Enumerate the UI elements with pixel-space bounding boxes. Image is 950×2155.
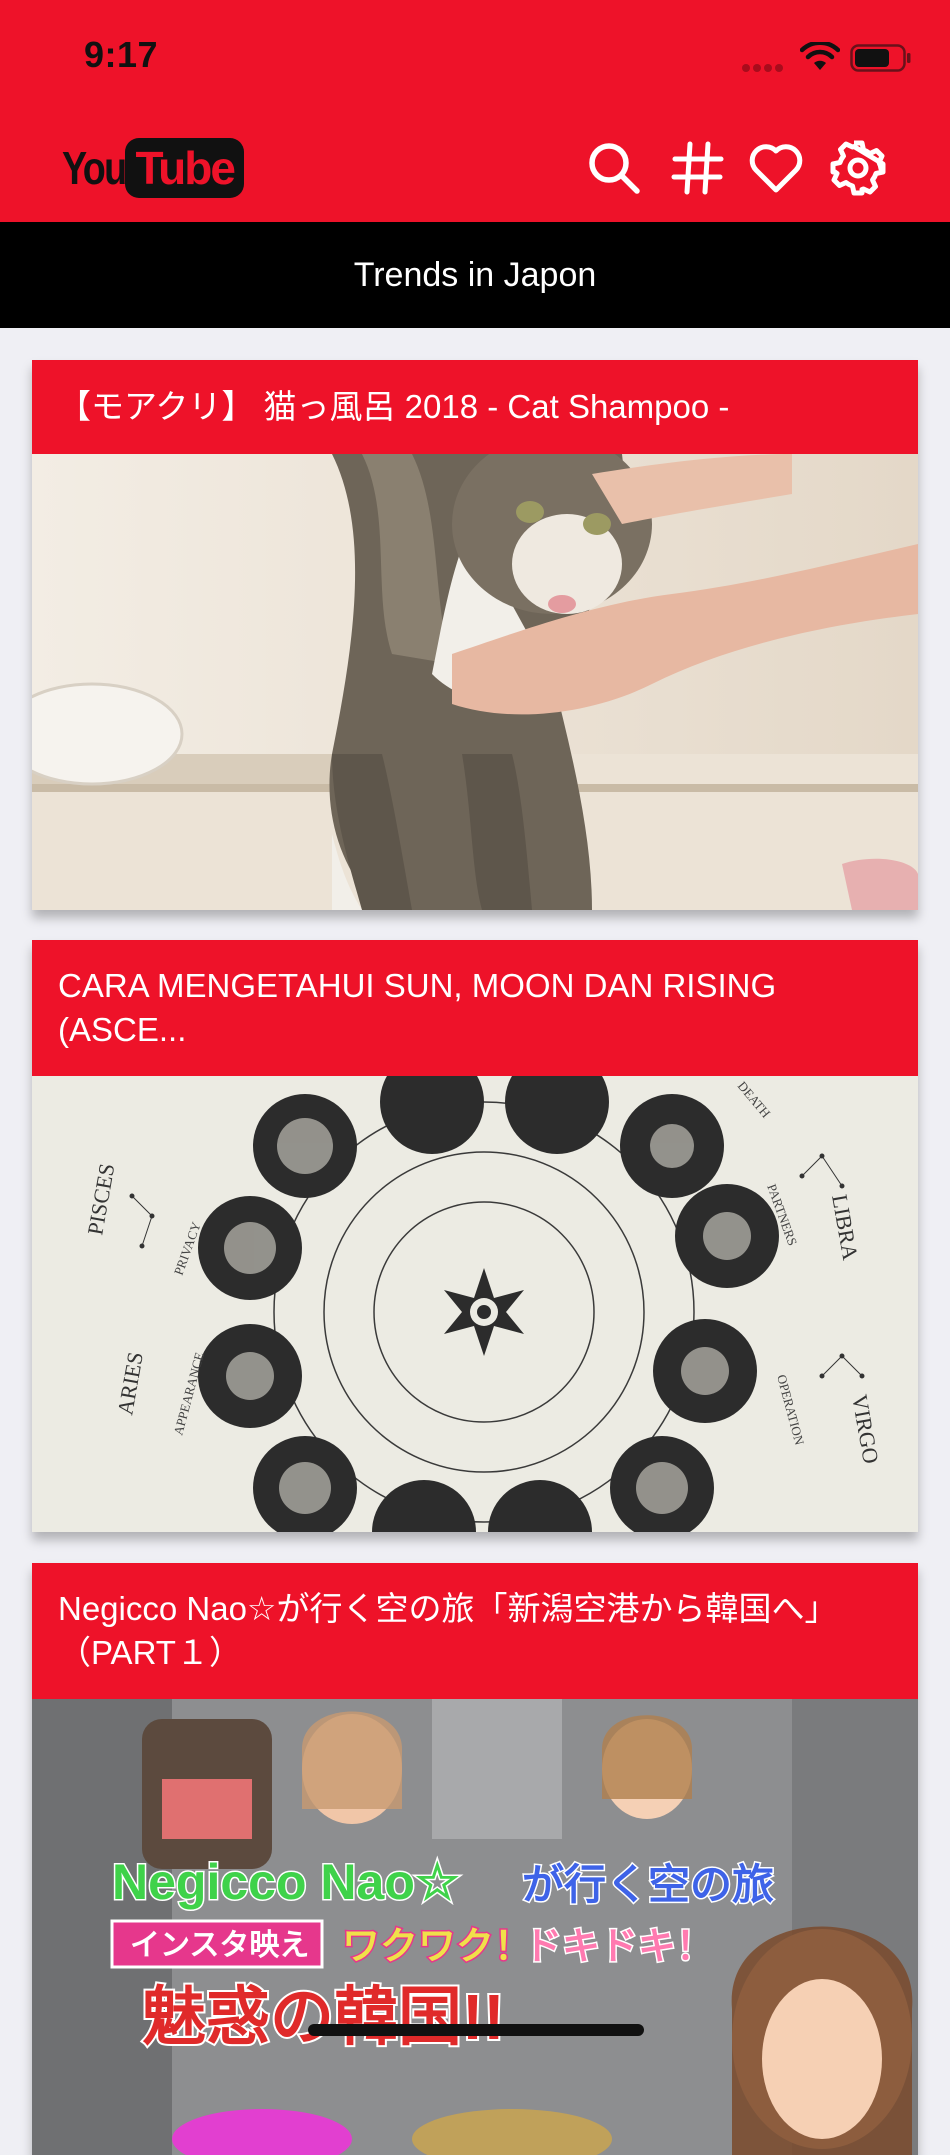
cat-bath-thumbnail <box>32 454 918 910</box>
logo-text-you: You <box>62 142 127 194</box>
thumb-text-tag1: インスタ映え <box>130 1929 309 1962</box>
video-title: 【モアクリ】 猫っ風呂 2018 - Cat Shampoo - <box>32 360 918 454</box>
thumb-text-line3: 魅惑の韓国!! <box>142 1981 505 2053</box>
search-icon[interactable] <box>586 140 642 196</box>
battery-icon <box>850 44 911 72</box>
hashtag-icon[interactable] <box>670 140 726 196</box>
heart-icon[interactable] <box>748 140 804 196</box>
video-card[interactable]: Negicco Nao☆が行く空の旅「新潟空港から韓国へ」（PART１） Neg… <box>32 1563 918 2155</box>
video-title: Negicco Nao☆が行く空の旅「新潟空港から韓国へ」（PART１） <box>32 1563 918 1699</box>
video-thumbnail[interactable]: PISCES ARIES LIBRA VIRGO PRIVACY APPEARA… <box>32 1076 918 1532</box>
signal-icon <box>742 64 788 72</box>
negicco-travel-thumbnail: Negicco Nao☆ が行く空の旅 インスタ映え ワクワク！ ドキドキ！ 魅… <box>32 1699 918 2155</box>
settings-icon[interactable] <box>830 140 886 196</box>
thumb-text-tag2: ワクワク！ <box>342 1926 532 1968</box>
thumb-text-line1b: が行く空の旅 <box>522 1861 774 1908</box>
video-thumbnail[interactable]: Negicco Nao☆ が行く空の旅 インスタ映え ワクワク！ ドキドキ！ 魅… <box>32 1699 918 2155</box>
video-title: CARA MENGETAHUI SUN, MOON DAN RISING (AS… <box>32 940 918 1076</box>
logo-text-tube: Tube <box>125 138 244 198</box>
app-header: 9:17 You Tube <box>0 0 950 222</box>
video-thumbnail[interactable] <box>32 454 918 910</box>
wifi-icon <box>800 42 840 70</box>
youtube-logo: You Tube <box>62 138 244 198</box>
video-card[interactable]: 【モアクリ】 猫っ風呂 2018 - Cat Shampoo - <box>32 360 918 910</box>
thumb-text-tag3: ドキドキ！ <box>524 1926 714 1968</box>
thumb-text-line1: Negicco Nao☆ <box>112 1854 460 1910</box>
home-indicator[interactable] <box>308 2024 644 2036</box>
section-title: Trends in Japon <box>0 222 950 328</box>
status-time: 9:17 <box>84 34 159 75</box>
video-card[interactable]: CARA MENGETAHUI SUN, MOON DAN RISING (AS… <box>32 940 918 1532</box>
zodiac-wheel-thumbnail: PISCES ARIES LIBRA VIRGO PRIVACY APPEARA… <box>32 1076 918 1532</box>
